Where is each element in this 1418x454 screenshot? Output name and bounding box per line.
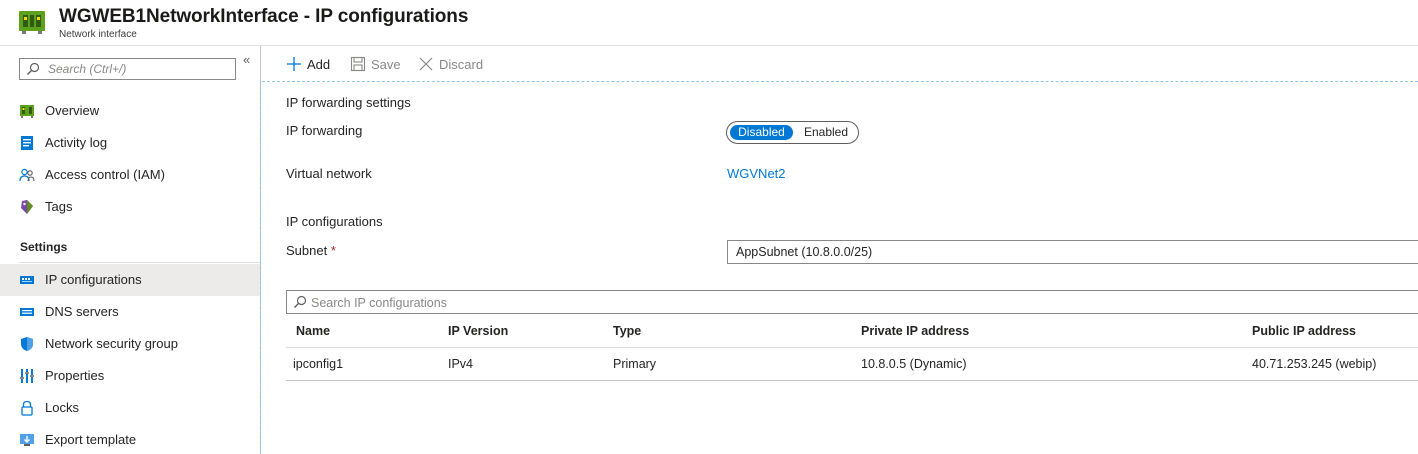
page-title: WGWEB1NetworkInterface - IP configuratio… [59, 6, 469, 27]
sidebar-item-label: IP configurations [45, 272, 142, 287]
collapse-sidebar-icon[interactable]: « [243, 52, 250, 67]
ip-forwarding-label: IP forwarding [286, 123, 363, 138]
search-icon [27, 62, 40, 75]
toggle-option-disabled[interactable]: Disabled [730, 125, 793, 140]
sidebar-search[interactable] [19, 58, 236, 80]
table-header-row: Name IP Version Type Private IP address … [286, 314, 1418, 348]
subnet-dropdown-value: AppSubnet (10.8.0.0/25) [736, 245, 873, 259]
sidebar-item-ip-configurations[interactable]: IP configurations [0, 264, 260, 296]
cell-name: ipconfig1 [293, 357, 344, 371]
sidebar-item-label: DNS servers [45, 304, 119, 319]
sidebar-divider [19, 262, 260, 263]
activity-log-icon [21, 136, 33, 150]
cell-private-ip: 10.8.0.5 (Dynamic) [861, 357, 967, 371]
sidebar-search-input[interactable] [48, 61, 228, 77]
lock-icon [21, 400, 33, 416]
subnet-label: Subnet * [286, 243, 336, 258]
discard-button-label: Discard [439, 57, 484, 72]
table-row[interactable]: ipconfig1 IPv4 Primary 10.8.0.5 (Dynamic… [286, 348, 1418, 381]
sidebar: « Overview Activity log [0, 46, 261, 454]
export-template-icon [20, 434, 34, 446]
toggle-option-enabled[interactable]: Enabled [797, 125, 855, 140]
sidebar-item-label: Export template [45, 432, 137, 447]
sidebar-item-network-security-group[interactable]: Network security group [0, 328, 260, 360]
ip-config-icon [20, 276, 34, 284]
sidebar-item-access-control[interactable]: Access control (IAM) [0, 159, 260, 191]
subnet-dropdown[interactable]: AppSubnet (10.8.0.0/25) [727, 240, 1418, 264]
ip-forwarding-section-title: IP forwarding settings [286, 95, 411, 110]
ip-config-search-input[interactable] [311, 294, 711, 311]
column-header-public-ip[interactable]: Public IP address [1252, 324, 1356, 338]
ip-configurations-section-title: IP configurations [286, 214, 383, 229]
sidebar-item-export-template[interactable]: Export template [0, 424, 260, 454]
sidebar-item-locks[interactable]: Locks [0, 392, 260, 424]
ip-forwarding-toggle[interactable]: Disabled Enabled [726, 121, 859, 144]
page-header: WGWEB1NetworkInterface - IP configuratio… [0, 0, 1418, 46]
save-button-label: Save [371, 57, 401, 72]
page-subtitle: Network interface [59, 29, 137, 40]
sidebar-item-label: Tags [45, 199, 73, 214]
cell-public-ip: 40.71.253.245 (webip) [1252, 357, 1377, 371]
network-interface-icon [20, 105, 34, 118]
sidebar-item-label: Access control (IAM) [45, 167, 165, 182]
shield-icon [21, 337, 33, 351]
sidebar-item-label: Activity log [45, 135, 108, 150]
virtual-network-link[interactable]: WGVNet2 [727, 166, 786, 181]
sidebar-item-tags[interactable]: Tags [0, 191, 260, 223]
sidebar-item-properties[interactable]: Properties [0, 360, 260, 392]
save-icon [350, 56, 366, 72]
sidebar-item-overview[interactable]: Overview [0, 95, 260, 127]
cell-ip-version: IPv4 [448, 357, 474, 371]
column-header-name[interactable]: Name [296, 324, 330, 338]
add-button-label: Add [307, 57, 331, 72]
network-interface-icon [19, 11, 45, 34]
sidebar-item-label: Network security group [45, 336, 178, 351]
sidebar-item-dns-servers[interactable]: DNS servers [0, 296, 260, 328]
command-bar: Add Save Discard [262, 46, 1418, 82]
sidebar-section-settings: Settings [20, 240, 68, 254]
column-header-type[interactable]: Type [613, 324, 641, 338]
content-divider [260, 82, 261, 454]
plus-icon [287, 57, 301, 71]
subnet-label-text: Subnet [286, 243, 328, 258]
sidebar-item-activity-log[interactable]: Activity log [0, 127, 260, 159]
virtual-network-label: Virtual network [286, 166, 372, 181]
sidebar-item-label: Locks [45, 400, 79, 415]
column-header-private-ip[interactable]: Private IP address [861, 324, 969, 338]
properties-icon [20, 369, 34, 383]
search-icon [294, 295, 307, 308]
sidebar-item-label: Overview [45, 103, 100, 118]
dns-icon [20, 308, 34, 316]
required-marker: * [330, 243, 336, 258]
sidebar-item-label: Properties [45, 368, 105, 383]
column-header-ip-version[interactable]: IP Version [448, 324, 508, 338]
cell-type: Primary [613, 357, 657, 371]
people-icon [19, 168, 35, 182]
tag-icon [21, 200, 33, 214]
close-icon [419, 57, 433, 71]
ip-config-search[interactable] [286, 290, 1418, 314]
